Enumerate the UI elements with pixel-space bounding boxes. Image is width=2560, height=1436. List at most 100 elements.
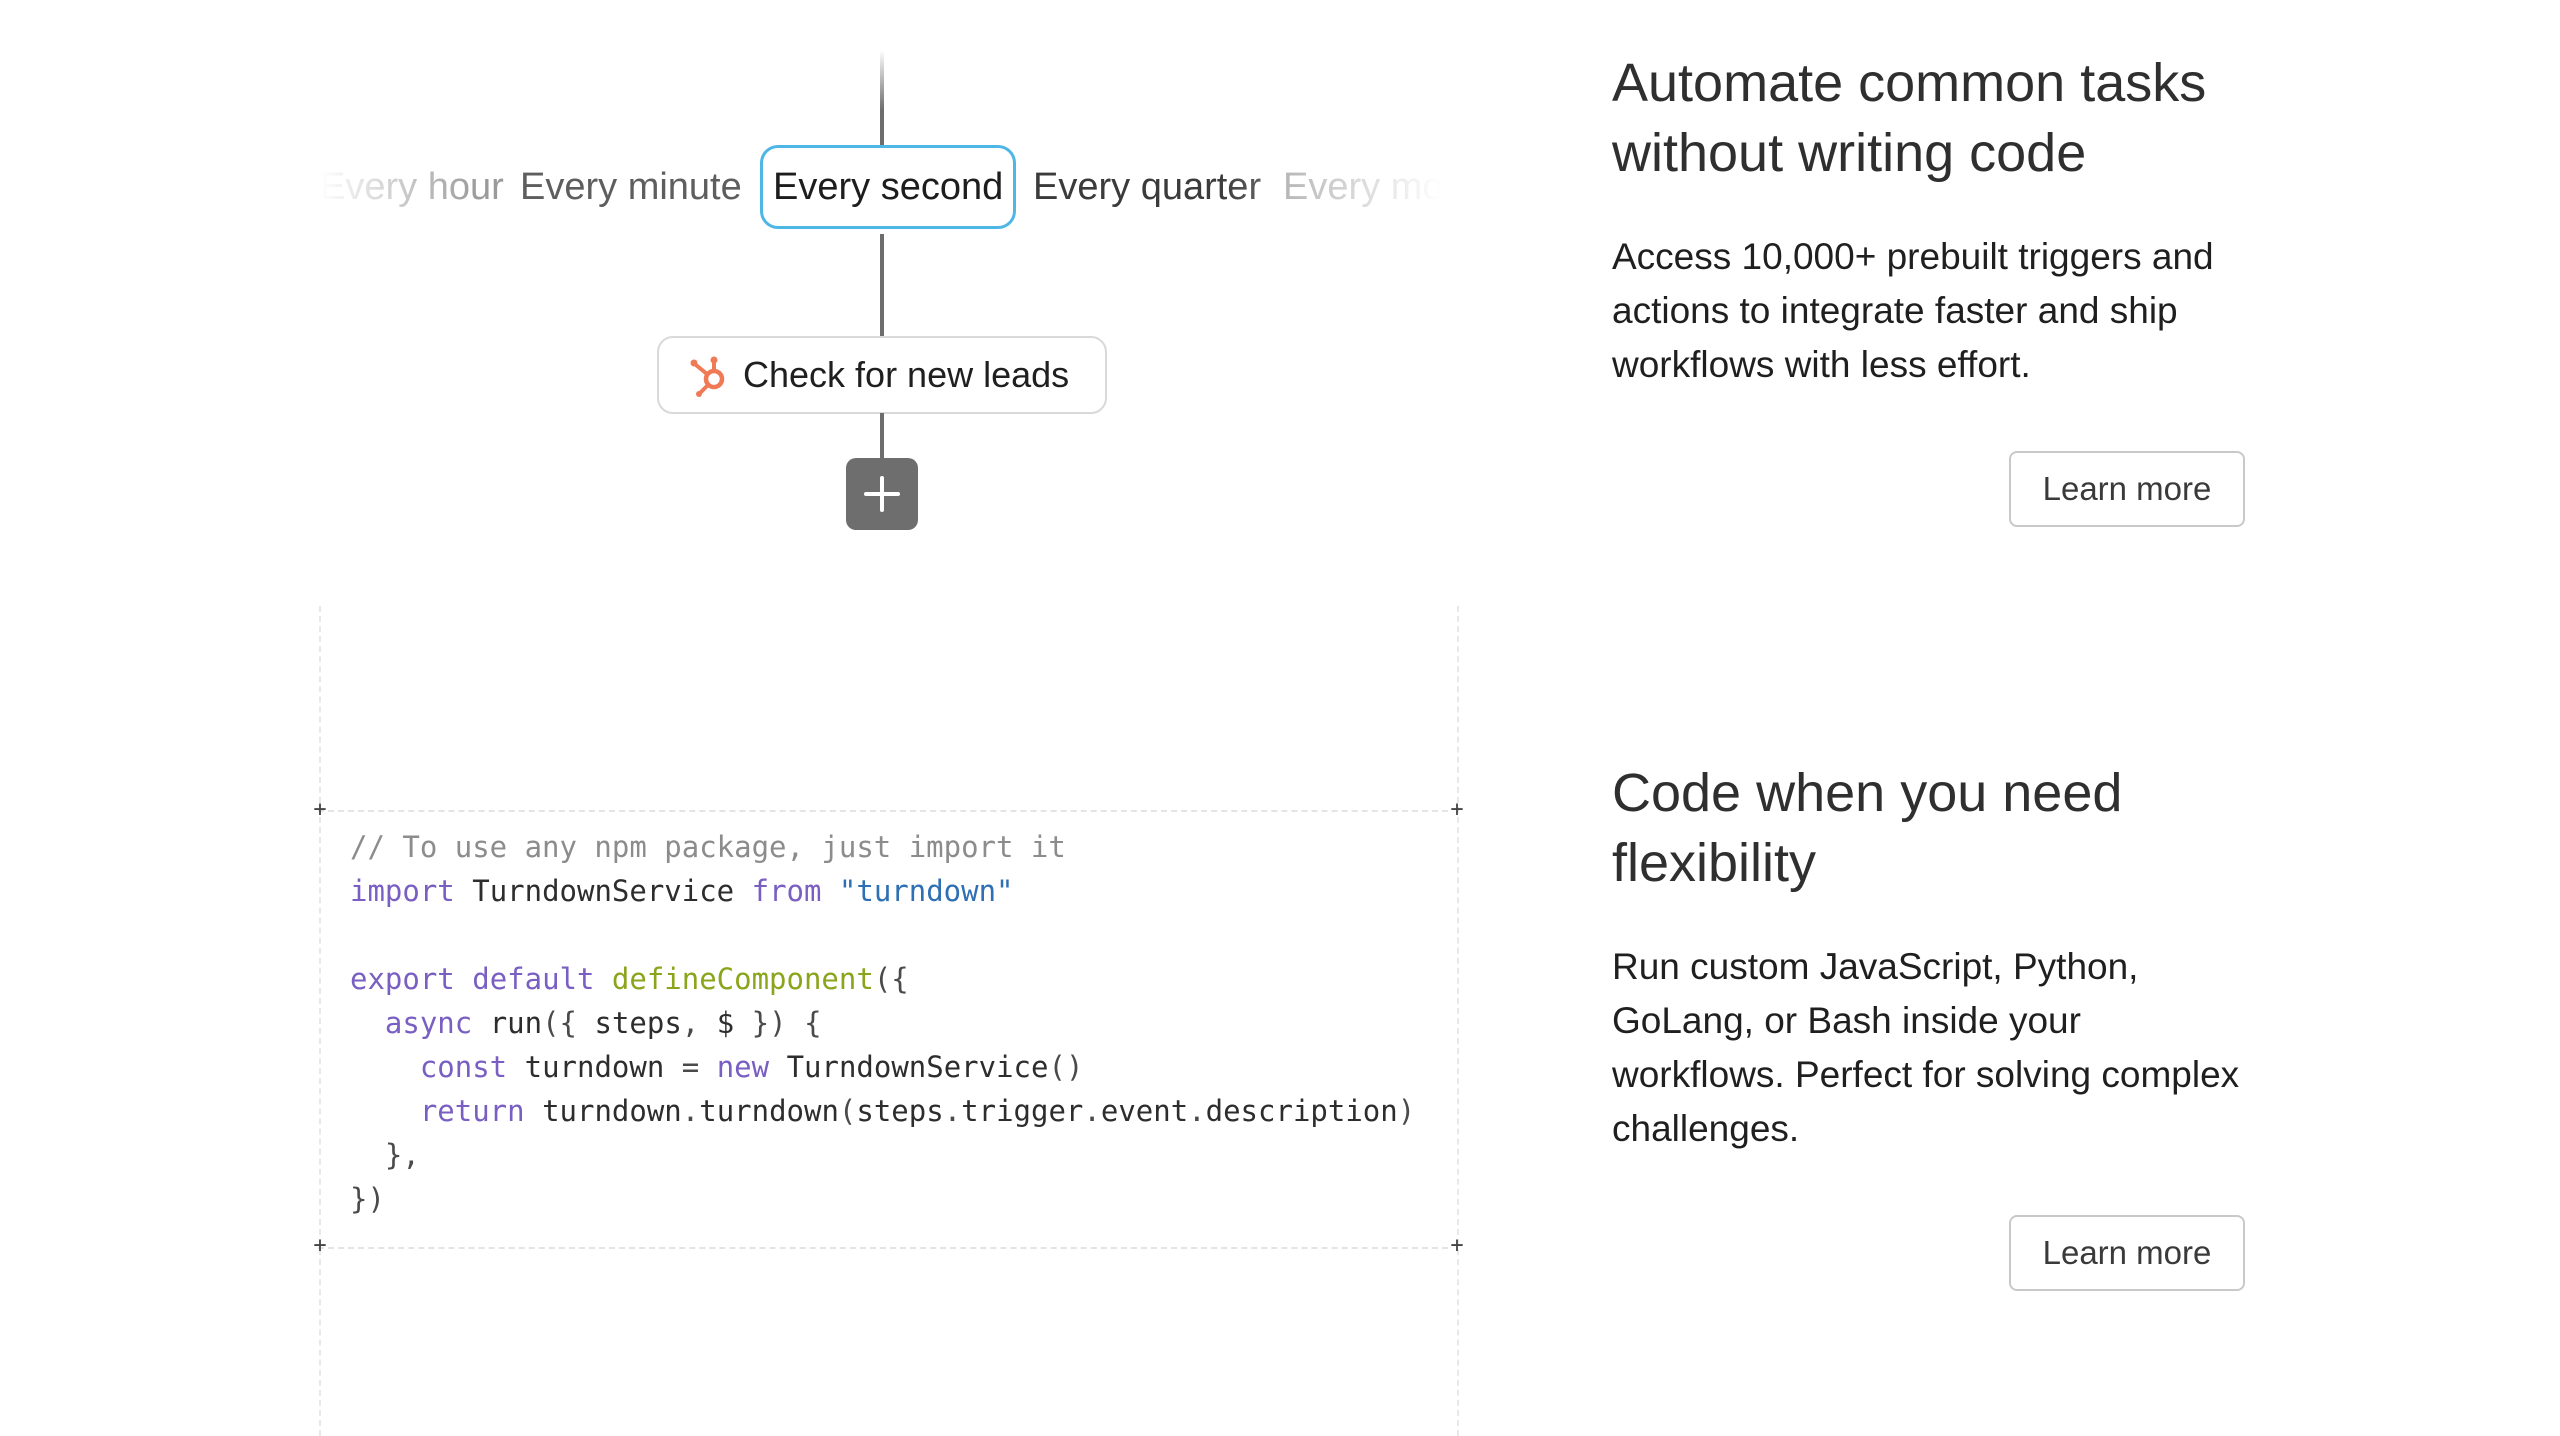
code-keyword: import	[350, 874, 455, 908]
schedule-option-every-second[interactable]: Every second	[760, 145, 1017, 229]
trigger-step-card[interactable]: Check for new leads	[657, 336, 1107, 414]
code-identifier: turndown	[524, 1050, 665, 1084]
corner-cross-icon: +	[1450, 1233, 1464, 1258]
schedule-option-every-minute[interactable]: Every minute	[520, 145, 742, 229]
code-snippet: // To use any npm package, just import i…	[350, 825, 1415, 1221]
corner-cross-icon: +	[313, 797, 327, 822]
code-punctuation: ({	[873, 962, 909, 996]
code-punctuation: .	[1083, 1094, 1101, 1128]
code-punctuation: (	[838, 1094, 857, 1128]
code-punctuation: ,	[681, 1006, 700, 1040]
code-identifier: steps	[856, 1094, 944, 1128]
learn-more-button[interactable]: Learn more	[2009, 1215, 2245, 1291]
code-line-6: const turndown = new TurndownService()	[350, 1050, 1084, 1084]
code-punctuation: })	[751, 1006, 787, 1040]
code-identifier: turndown	[699, 1094, 839, 1128]
corner-cross-icon: +	[1450, 797, 1464, 822]
feature-automate: Automate common tasks without writing co…	[1612, 48, 2252, 392]
feature-description: Run custom JavaScript, Python, GoLang, o…	[1612, 946, 2240, 1149]
code-comment: // To use any npm package, just import i…	[350, 830, 1066, 864]
code-identifier: $	[716, 1006, 735, 1040]
hubspot-icon	[690, 356, 725, 397]
schedule-option-every-month[interactable]: Every month	[1283, 145, 1442, 229]
code-line-8: },	[350, 1138, 420, 1172]
feature-title-line-1: Automate common tasks	[1612, 53, 2207, 113]
schedule-option-every-hour[interactable]: Every hour	[320, 145, 504, 229]
code-keyword: return	[419, 1094, 525, 1128]
plus-icon	[864, 476, 900, 512]
code-punctuation: )	[1397, 1094, 1416, 1128]
connector-line-middle	[880, 234, 884, 338]
code-line-5: async run({ steps, $ }) {	[350, 1006, 822, 1040]
code-punctuation: },	[384, 1138, 420, 1172]
learn-more-button[interactable]: Learn more	[2009, 451, 2245, 527]
feature-title: Automate common tasks without writing co…	[1612, 48, 2252, 188]
code-punctuation: .	[1188, 1094, 1206, 1128]
feature-title-line-2: flexibility	[1612, 833, 1817, 893]
code-punctuation: ()	[1048, 1050, 1084, 1084]
code-identifier: trigger	[961, 1094, 1084, 1128]
feature-description: Access 10,000+ prebuilt triggers and act…	[1612, 236, 2214, 385]
code-punctuation: .	[943, 1094, 962, 1128]
code-identifier: run	[489, 1006, 543, 1040]
code-identifier: turndown	[542, 1094, 682, 1128]
code-line-9: })	[350, 1182, 385, 1216]
add-step-button[interactable]	[846, 458, 918, 530]
code-punctuation: ({	[542, 1006, 578, 1040]
schedule-option-every-quarter[interactable]: Every quarter	[1033, 145, 1261, 229]
code-identifier: event	[1100, 1094, 1189, 1128]
code-keyword: async	[384, 1006, 473, 1040]
code-punctuation: =	[681, 1050, 700, 1084]
code-line-4: export default defineComponent({	[350, 962, 909, 996]
code-string: "turndown"	[838, 874, 1014, 908]
schedule-selector[interactable]: Every hour Every minute Every second Eve…	[320, 145, 1442, 240]
code-identifier: description	[1205, 1094, 1398, 1128]
code-frame-right-guide	[1457, 606, 1459, 1436]
feature-title: Code when you need flexibility	[1612, 758, 2252, 898]
code-frame-left-guide	[319, 606, 321, 1436]
corner-cross-icon: +	[313, 1233, 327, 1258]
code-function: defineComponent	[611, 962, 874, 996]
code-keyword: export	[350, 962, 455, 996]
code-identifier: steps	[594, 1006, 682, 1040]
code-frame-bottom-guide	[318, 1247, 1448, 1249]
feature-title-line-2: without writing code	[1612, 123, 2087, 183]
code-keyword: new	[716, 1050, 770, 1084]
trigger-step-label: Check for new leads	[743, 354, 1070, 395]
code-punctuation: {	[804, 1006, 822, 1040]
connector-line-bottom	[880, 413, 884, 459]
page: Every hour Every minute Every second Eve…	[0, 0, 2560, 1436]
code-keyword: default	[472, 962, 595, 996]
connector-line-top	[880, 50, 884, 150]
feature-code: Code when you need flexibility Run custo…	[1612, 758, 2252, 1156]
code-line-7: return turndown.turndown(steps.trigger.e…	[350, 1094, 1415, 1128]
code-identifier: TurndownService	[472, 874, 735, 908]
code-punctuation: .	[681, 1094, 700, 1128]
code-keyword: from	[751, 874, 822, 908]
code-line-1: // To use any npm package, just import i…	[350, 830, 1066, 864]
code-punctuation: })	[350, 1182, 385, 1216]
feature-title-line-1: Code when you need	[1612, 763, 2123, 823]
code-keyword: const	[419, 1050, 508, 1084]
code-identifier: TurndownService	[786, 1050, 1049, 1084]
code-line-2: import TurndownService from "turndown"	[350, 874, 1014, 908]
